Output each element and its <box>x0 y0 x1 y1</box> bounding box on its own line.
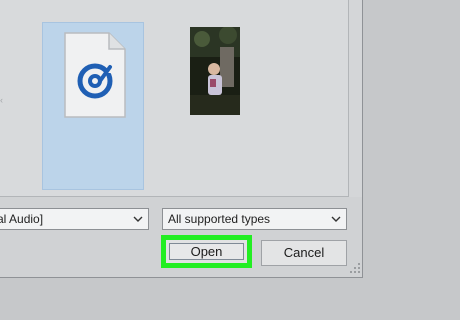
resize-grip-icon[interactable] <box>349 262 361 274</box>
open-button-label: Open <box>190 244 223 259</box>
open-button[interactable]: Open <box>161 235 252 268</box>
video-thumbnail-image <box>190 27 240 115</box>
dialog-footer: al Audio] All supported types Open Cance… <box>0 197 362 277</box>
file-list-pane[interactable]: ‹ <box>0 0 349 197</box>
groove-music-icon <box>64 32 126 118</box>
screen: ‹ al Audio] All supported types Open Can… <box>0 0 460 320</box>
chevron-down-icon <box>133 216 143 222</box>
file-filter-label: al Audio] <box>0 212 44 226</box>
scroll-left-arrow-icon[interactable]: ‹ <box>0 95 4 105</box>
cancel-button-label: Cancel <box>283 245 325 260</box>
cancel-button[interactable]: Cancel <box>261 240 347 266</box>
open-file-dialog: ‹ al Audio] All supported types Open Can… <box>0 0 363 278</box>
file-type-label: All supported types <box>168 212 271 226</box>
chevron-down-icon <box>331 216 341 222</box>
file-item-audio[interactable] <box>42 22 144 190</box>
file-item-video[interactable] <box>190 22 242 188</box>
file-type-dropdown[interactable]: All supported types <box>162 208 347 230</box>
file-filter-dropdown[interactable]: al Audio] <box>0 208 149 230</box>
